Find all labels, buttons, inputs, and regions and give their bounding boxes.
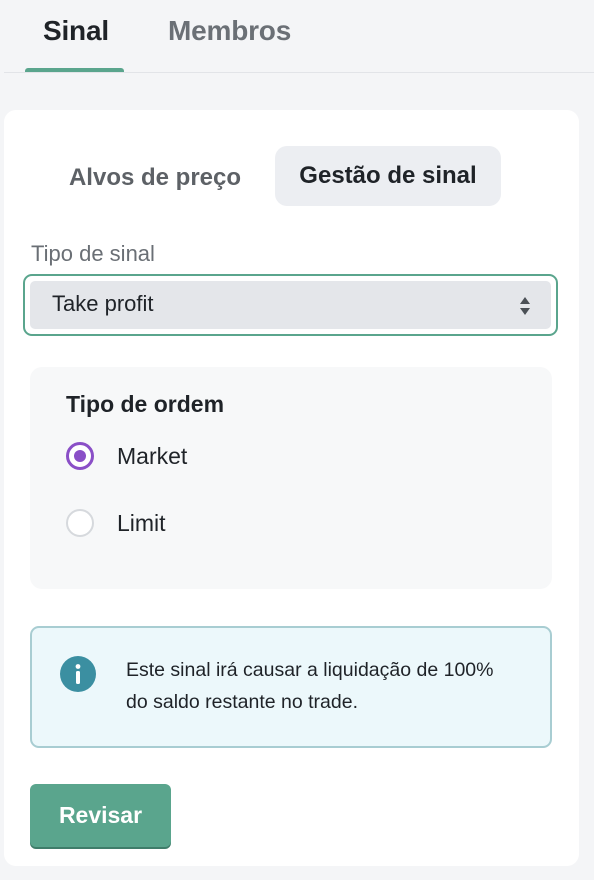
signal-type-label: Tipo de sinal — [31, 241, 155, 266]
review-button[interactable]: Revisar — [30, 784, 171, 847]
top-tabs: Sinal Membros — [0, 0, 594, 74]
signal-type-select[interactable]: Take profit — [23, 274, 558, 336]
signal-type-select-field[interactable]: Take profit — [30, 281, 551, 329]
signal-card: Alvos de preço Gestão de sinal Tipo de s… — [4, 110, 579, 866]
sort-arrows-icon — [520, 297, 530, 315]
info-icon — [60, 656, 96, 692]
segment-gestao-de-sinal[interactable]: Gestão de sinal — [275, 146, 501, 206]
info-alert: Este sinal irá causar a liquidação de 10… — [30, 626, 552, 748]
tab-sinal[interactable]: Sinal — [43, 15, 109, 47]
radio-option-limit[interactable]: Limit — [66, 505, 166, 541]
segment-alvos-de-preco[interactable]: Alvos de preço — [54, 148, 256, 208]
signal-type-value: Take profit — [52, 291, 154, 316]
radio-limit-label: Limit — [117, 509, 166, 536]
order-type-title: Tipo de ordem — [66, 391, 225, 417]
order-type-box: Tipo de ordem Market Limit — [30, 367, 552, 589]
radio-market-checked[interactable] — [66, 442, 94, 470]
info-text: Este sinal irá causar a liquidação de 10… — [126, 659, 494, 713]
radio-option-market[interactable]: Market — [66, 438, 187, 474]
radio-market-label: Market — [117, 442, 188, 469]
tab-membros[interactable]: Membros — [168, 15, 291, 47]
radio-limit-unchecked[interactable] — [66, 509, 94, 537]
tabs-divider — [4, 72, 594, 73]
